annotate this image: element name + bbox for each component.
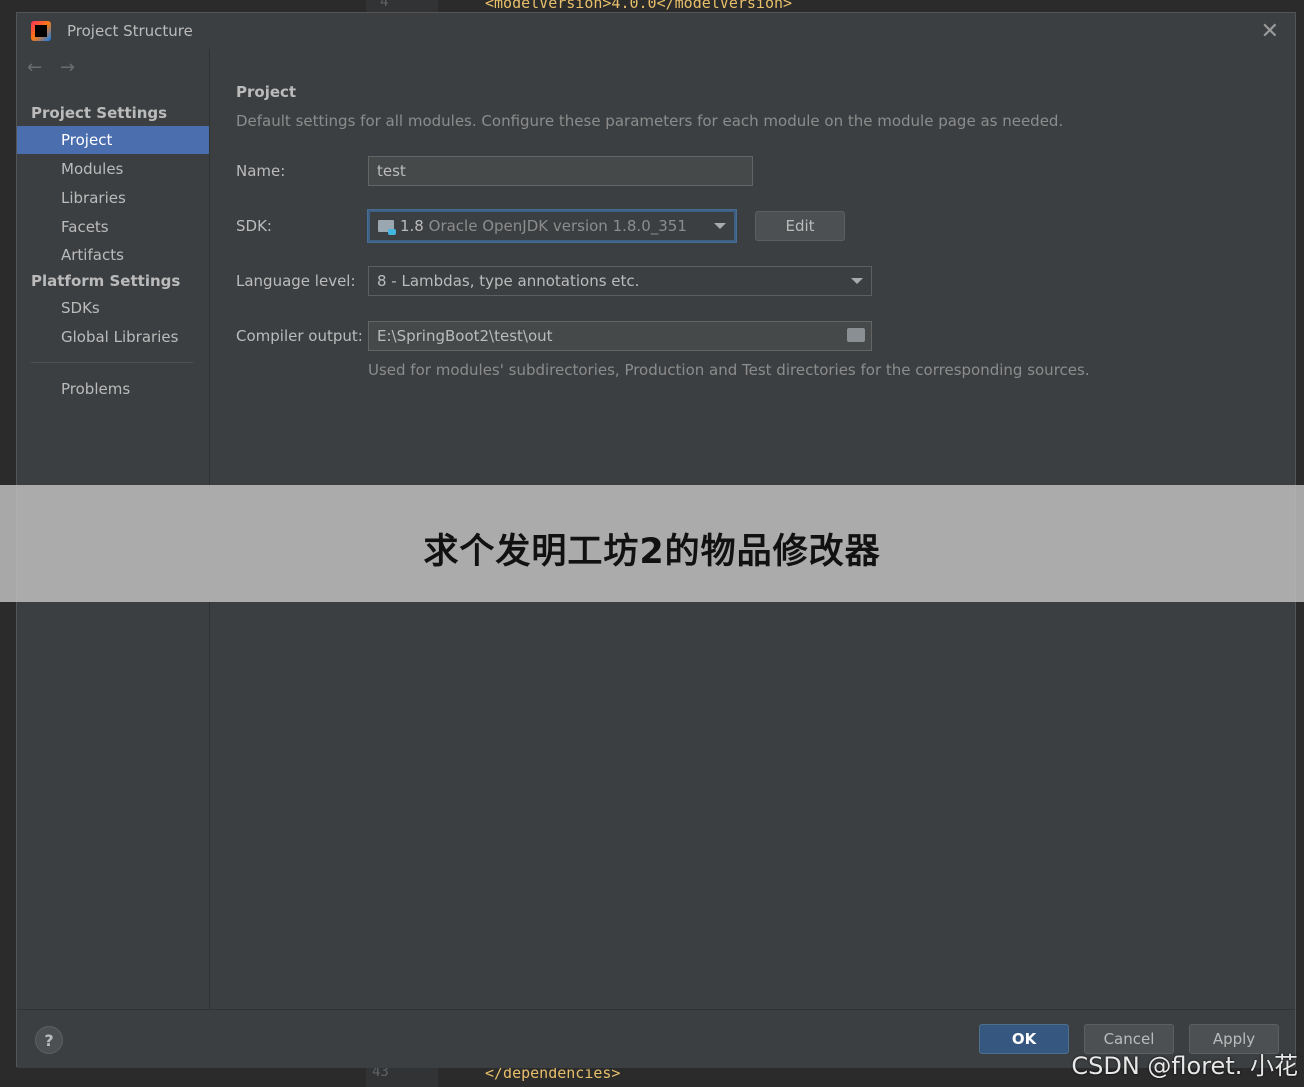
platform-settings-header: Platform Settings [31,272,181,290]
language-level-dropdown[interactable]: 8 - Lambdas, type annotations etc. [368,266,872,296]
line-number: 4 [380,0,389,10]
sidebar-divider [31,362,193,363]
nav-arrows: ← → [27,57,87,78]
banner-title: 求个发明工坊2的物品修改器 [423,532,881,572]
dialog-title: Project Structure [67,22,193,40]
sdk-label: SDK: [236,217,272,235]
language-level-label: Language level: [236,272,356,290]
name-label: Name: [236,162,286,180]
language-level-value: 8 - Lambdas, type annotations etc. [377,272,640,290]
chevron-down-icon [851,278,863,284]
edit-sdk-button[interactable]: Edit [755,211,845,241]
sidebar-item-sdks[interactable]: SDKs [17,294,209,322]
sdk-dropdown[interactable]: 1.8 Oracle OpenJDK version 1.8.0_351 [368,210,736,242]
project-settings-header: Project Settings [31,104,168,122]
help-button[interactable]: ? [35,1026,63,1054]
forward-arrow-icon[interactable]: → [60,57,75,78]
code-line: <modelVersion>4.0.0</modelVersion> [485,0,793,12]
chevron-down-icon [714,223,726,229]
name-field[interactable]: test [368,156,753,186]
sidebar-item-artifacts[interactable]: Artifacts [17,241,209,269]
sdk-description: Oracle OpenJDK version 1.8.0_351 [428,217,687,235]
compiler-output-value: E:\SpringBoot2\test\out [377,327,553,345]
overlay-banner: 求个发明工坊2的物品修改器 [0,485,1304,602]
sidebar-item-facets[interactable]: Facets [17,213,209,241]
intellij-logo-icon [31,21,51,41]
sidebar-item-modules[interactable]: Modules [17,155,209,183]
compiler-output-label: Compiler output: [236,327,363,345]
close-icon[interactable]: ✕ [1261,19,1279,44]
sidebar-item-problems[interactable]: Problems [17,375,209,403]
sidebar-item-global-libraries[interactable]: Global Libraries [17,323,209,351]
section-description: Default settings for all modules. Config… [236,112,1064,130]
watermark: CSDN @floret. 小花 [1071,1052,1298,1080]
sdk-version: 1.8 [400,217,424,235]
sidebar-item-project[interactable]: Project [17,126,209,154]
compiler-output-hint: Used for modules' subdirectories, Produc… [368,361,1090,379]
back-arrow-icon[interactable]: ← [27,57,42,78]
browse-folder-icon[interactable] [847,328,865,342]
jdk-folder-icon [378,220,396,235]
dialog-titlebar: Project Structure ✕ [17,13,1295,50]
sidebar-item-libraries[interactable]: Libraries [17,184,209,212]
compiler-output-field[interactable]: E:\SpringBoot2\test\out [368,321,872,351]
ok-button[interactable]: OK [979,1024,1069,1054]
section-title: Project [236,83,297,101]
